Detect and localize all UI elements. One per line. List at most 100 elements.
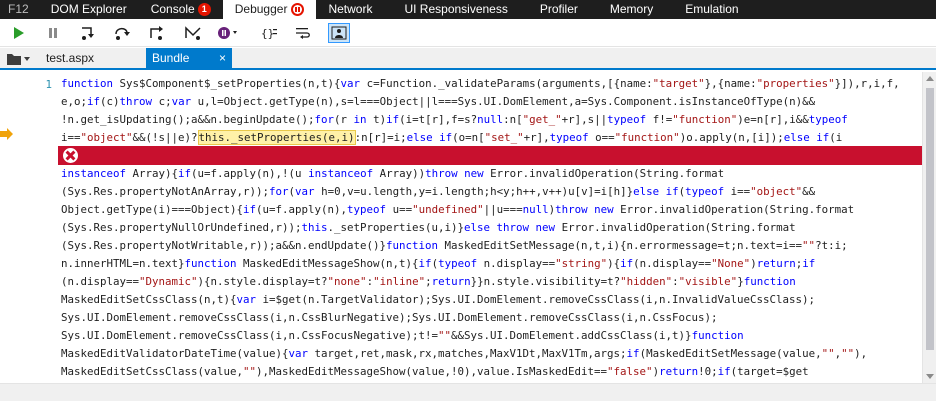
debugger-toolbar: {} — [0, 19, 936, 47]
code-text: (Sys.Res.propertyNotAnArray,r)); — [61, 185, 270, 198]
code-text: (n.display== — [633, 257, 712, 270]
keyword: else if — [783, 131, 830, 144]
keyword: return — [659, 365, 699, 378]
close-tab-icon[interactable]: × — [219, 48, 226, 68]
step-over-icon[interactable] — [112, 23, 134, 43]
step-into-icon[interactable] — [78, 23, 100, 43]
keyword: if — [418, 257, 432, 270]
tab-dom-explorer[interactable]: DOM Explorer — [39, 0, 139, 19]
code-text: c; — [152, 95, 172, 108]
string-literal: "" — [438, 329, 452, 342]
code-text: i== — [61, 131, 81, 144]
tab-network[interactable]: Network — [316, 0, 384, 19]
code-line: !n.get_isUpdating();a&&n.beginUpdate();f… — [61, 111, 921, 129]
tab-profiler[interactable]: Profiler — [520, 0, 590, 19]
code-text: i=$get(n.TargetValidator);Sys.UI.DomElem… — [256, 293, 816, 306]
keyword: if — [87, 95, 101, 108]
code-line: Sys.UI.DomElement.removeCssClass(i,n.Css… — [61, 327, 921, 345]
keyword: null — [477, 113, 504, 126]
break-on-new-worker-icon[interactable] — [182, 23, 204, 43]
code-text: Array)) — [373, 167, 426, 180]
keyword: typeof — [607, 113, 647, 126]
exception-behavior-icon[interactable] — [216, 23, 238, 43]
source-editor[interactable]: 1 function Sys$Component$_setProperties(… — [0, 72, 922, 383]
break-icon[interactable] — [42, 23, 64, 43]
string-literal: "set_" — [484, 131, 524, 144]
keyword: instanceof — [308, 167, 374, 180]
scroll-down-icon[interactable] — [926, 374, 934, 379]
code-line: MaskedEditSetCssClass(value,""),MaskedEd… — [61, 363, 921, 381]
code-text: (Sys.Res.propertyNotWritable,r));a&&n.en… — [61, 239, 387, 252]
file-tab-row: test.aspx Bundle × — [0, 48, 936, 70]
keyword: function — [743, 275, 796, 288]
word-wrap-icon[interactable] — [292, 23, 314, 43]
code-text: (MaskedEditSetMessage(value, — [639, 347, 822, 360]
code-line-current: i=="object"&&(!s||e)?this._setProperties… — [61, 129, 921, 147]
code-text: (n.display== — [61, 275, 140, 288]
keyword: function — [61, 77, 114, 90]
code-line: (Sys.Res.propertyNotAnArray,r));for(var … — [61, 183, 921, 201]
continue-icon[interactable] — [8, 23, 30, 43]
keyword: typeof — [808, 113, 848, 126]
code-text: !n.get_isUpdating();a&&n.beginUpdate(); — [61, 113, 315, 126]
keyword: instanceof — [61, 167, 127, 180]
string-literal: "" — [841, 347, 855, 360]
code-text: !0; — [698, 365, 718, 378]
keyword: var — [340, 77, 361, 90]
string-literal: "" — [802, 239, 816, 252]
code-text: h=0,v=u.length,y=i.length;h<y;h++,v++)u[… — [314, 185, 634, 198]
tab-emulation[interactable]: Emulation — [665, 0, 750, 19]
line-number: 1 — [45, 78, 52, 91]
code-text: MaskedEditSetCssClass(value, — [61, 365, 244, 378]
code-text: &&(!s||e)? — [132, 131, 198, 144]
keyword: if — [620, 257, 634, 270]
string-literal: "hidden" — [620, 275, 673, 288]
scroll-up-icon[interactable] — [926, 76, 934, 81]
string-literal: "" — [243, 365, 257, 378]
code-text: ){n.style.display=t? — [197, 275, 328, 288]
code-text: u== — [386, 203, 413, 216]
keyword: typeof — [347, 203, 387, 216]
keyword: if — [386, 113, 400, 126]
devtools-tab-strip: F12 DOM Explorer Console 1 Debugger Netwo… — [0, 0, 936, 19]
code-text: i== — [724, 185, 751, 198]
code-text: (target=$get — [730, 365, 809, 378]
tab-ui-responsiveness[interactable]: UI Responsiveness — [384, 0, 519, 19]
current-statement-arrow-icon — [0, 128, 13, 140]
keyword: typeof — [549, 131, 589, 144]
tab-f12: F12 — [0, 0, 39, 19]
just-my-code-icon[interactable] — [328, 23, 350, 43]
string-literal: "object" — [80, 131, 133, 144]
code-text: Sys.UI.DomElement.removeCssClass(i,n.Css… — [61, 329, 439, 342]
keyword: in — [353, 113, 367, 126]
code-text: t) — [366, 113, 387, 126]
tab-memory-label: Memory — [609, 2, 654, 16]
error-icon — [63, 148, 78, 163]
tab-memory[interactable]: Memory — [590, 0, 665, 19]
vertical-scrollbar[interactable] — [922, 72, 936, 383]
string-literal: "none" — [327, 275, 367, 288]
scroll-thumb[interactable] — [926, 88, 934, 350]
open-document-folder-icon[interactable] — [6, 52, 32, 66]
file-tab-test-aspx-label: test.aspx — [46, 51, 95, 65]
code-line: Sys.UI.DomElement.removeCssClass(i,n.Css… — [61, 309, 921, 327]
file-tab-test-aspx[interactable]: test.aspx — [40, 48, 146, 68]
code-line: MaskedEditSetCssClass(n,t){var i=$get(n.… — [61, 291, 921, 309]
code-text: c=Function._validateParams(arguments,[{n… — [360, 77, 653, 90]
file-tab-bundle[interactable]: Bundle × — [146, 48, 232, 68]
code-text: :n[ — [503, 113, 523, 126]
code-text: u,l=Object.getType(n),s=l===Object||l===… — [191, 95, 816, 108]
string-literal: "inline" — [373, 275, 426, 288]
keyword: else if — [633, 185, 679, 198]
step-out-icon[interactable] — [146, 23, 168, 43]
code-text: (r — [334, 113, 354, 126]
code-text: )o.apply(n,[i]); — [679, 131, 784, 144]
svg-text:{}: {} — [261, 27, 274, 40]
code-line: MaskedEditValidatorDateTime(value){var t… — [61, 345, 921, 363]
tab-console[interactable]: Console 1 — [139, 0, 223, 19]
string-literal: "get_" — [522, 113, 562, 126]
string-literal: "target" — [652, 77, 705, 90]
horizontal-scrollbar[interactable] — [0, 383, 936, 401]
pretty-print-icon[interactable]: {} — [258, 23, 280, 43]
tab-debugger[interactable]: Debugger — [222, 0, 317, 19]
